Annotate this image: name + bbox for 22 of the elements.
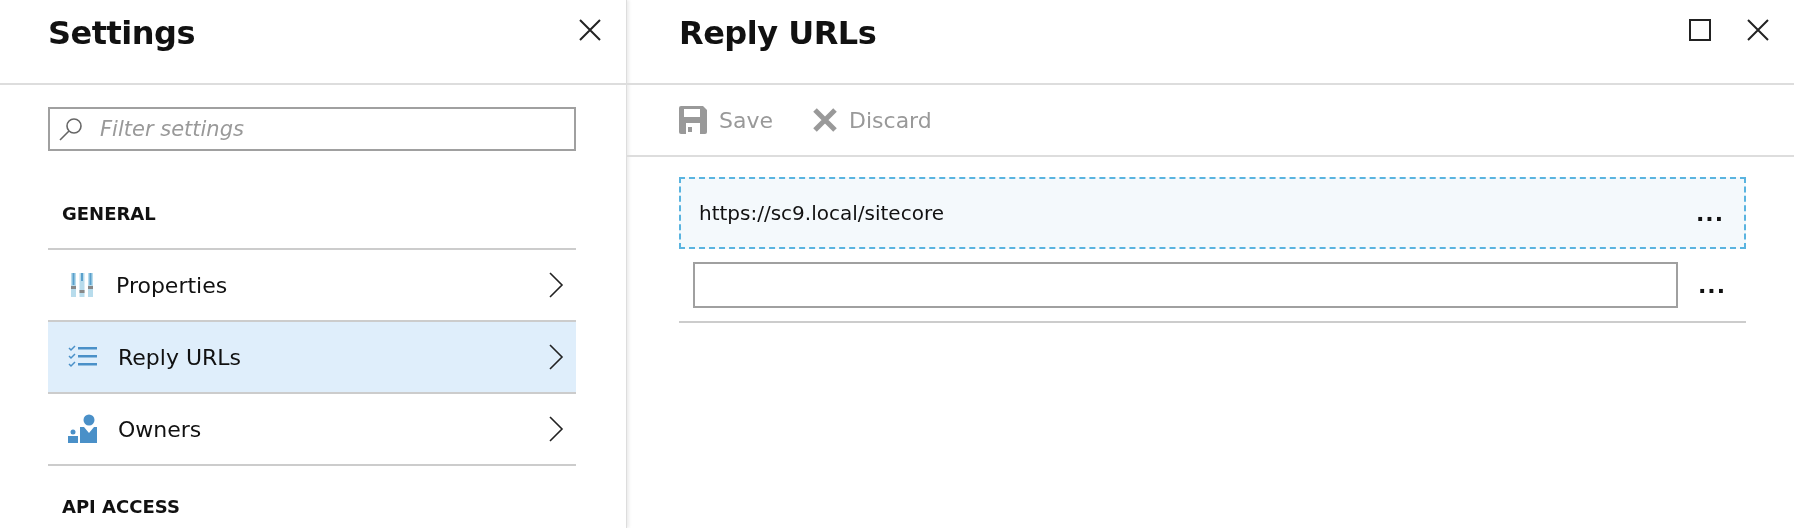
panel-title: Reply URLs xyxy=(679,14,877,52)
settings-item[interactable]: Reply URLs xyxy=(48,322,576,394)
chevron-icon xyxy=(548,415,564,443)
filter-field[interactable]: Filter settings xyxy=(48,107,576,151)
people-icon xyxy=(68,414,98,444)
more-button[interactable]: ... xyxy=(1695,200,1724,226)
settings-item[interactable]: Owners xyxy=(48,394,576,466)
more-button[interactable]: ... xyxy=(1697,272,1726,298)
url-row[interactable]: https://sc9.local/sitecore ... xyxy=(679,177,1746,249)
chevron-icon xyxy=(548,271,564,299)
close-icon[interactable] xyxy=(578,18,602,42)
panel-title: Settings xyxy=(48,14,196,52)
x-icon xyxy=(811,106,839,134)
chevron-icon xyxy=(548,343,564,371)
sliders-icon xyxy=(68,271,96,299)
search-icon xyxy=(58,116,84,142)
section-heading: API ACCESS xyxy=(61,495,181,519)
close-icon[interactable] xyxy=(1746,18,1770,42)
section-heading: GENERAL xyxy=(48,151,576,250)
url-input-field[interactable] xyxy=(693,262,1678,308)
maximize-icon[interactable] xyxy=(1688,18,1712,42)
url-text: https://sc9.local/sitecore xyxy=(699,201,944,225)
